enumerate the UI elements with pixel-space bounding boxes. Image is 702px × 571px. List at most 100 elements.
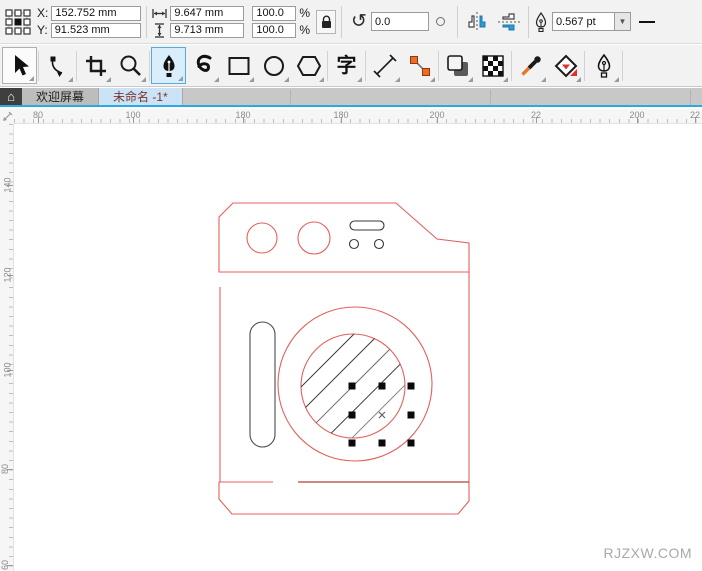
ruler-label: 200: [629, 110, 644, 120]
transparency-tool[interactable]: [475, 47, 510, 84]
detergent-drawer[interactable]: [250, 322, 275, 447]
ruler-origin-corner[interactable]: [0, 109, 14, 124]
scale-vertical-input[interactable]: [252, 23, 296, 38]
divider: [457, 6, 458, 38]
document-tab-label: 未命名 -1*: [113, 88, 168, 105]
handle-middle-right[interactable]: [408, 412, 415, 419]
horizontal-ruler[interactable]: 80 100 180 180 200 22 200 22: [14, 109, 702, 124]
drop-shadow-icon: [446, 54, 470, 78]
divider: [327, 51, 328, 81]
divider: [146, 6, 147, 38]
divider: [511, 51, 512, 81]
mirror-horizontal-button[interactable]: [463, 9, 491, 35]
pen-tool[interactable]: [151, 47, 186, 84]
percent-label-y: %: [299, 23, 310, 37]
drawing-canvas[interactable]: RJZXW.COM: [14, 124, 702, 571]
mirror-vertical-button[interactable]: [495, 9, 523, 35]
pen-nib-icon: [160, 54, 178, 78]
handle-bottom-right[interactable]: [408, 440, 415, 447]
vertical-ruler[interactable]: 140 120 100 80 60: [0, 124, 14, 571]
object-width-icon: [152, 8, 167, 19]
ellipse-tool[interactable]: [256, 47, 291, 84]
divider: [341, 6, 342, 38]
percent-label-x: %: [299, 6, 310, 20]
connector-icon: [408, 54, 432, 78]
rectangle-tool[interactable]: [221, 47, 256, 84]
handle-bottom-middle[interactable]: [379, 440, 386, 447]
interactive-fill-tool[interactable]: [548, 47, 583, 84]
washing-machine-outline[interactable]: [219, 203, 469, 514]
divider: [438, 51, 439, 81]
watermark-text: RJZXW.COM: [604, 545, 693, 561]
handle-top-right[interactable]: [408, 383, 415, 390]
divider: [622, 51, 623, 81]
drop-shadow-tool[interactable]: [440, 47, 475, 84]
tab-separator: [290, 90, 291, 105]
handle-bottom-left[interactable]: [349, 440, 356, 447]
panel-details[interactable]: [250, 221, 384, 447]
rotation-angle-input[interactable]: [371, 12, 429, 31]
rotation-center-icon[interactable]: [436, 17, 445, 26]
shape-tool[interactable]: [40, 47, 75, 84]
toolbox: 字: [0, 45, 702, 87]
zoom-tool[interactable]: [113, 47, 148, 84]
x-position-input[interactable]: [51, 6, 141, 21]
chevron-down-icon[interactable]: ▼: [614, 12, 631, 31]
ruler-label: 100: [125, 110, 140, 120]
base-shape[interactable]: [219, 482, 469, 514]
tab-separator: [490, 90, 491, 105]
ruler-label: 22: [531, 110, 541, 120]
node-edit-icon: [46, 54, 70, 78]
top-panel-shape[interactable]: [219, 203, 469, 272]
polygon-tool[interactable]: [291, 47, 326, 84]
fill-diamond-icon: [554, 54, 578, 78]
ellipse-icon: [262, 54, 286, 78]
crop-tool[interactable]: [78, 47, 113, 84]
ruler-label: 120: [3, 267, 13, 282]
y-position-input[interactable]: [51, 23, 141, 38]
object-height-input[interactable]: [170, 23, 244, 38]
outline-nib-icon: [595, 54, 613, 78]
ruler-label: 80: [33, 110, 43, 120]
handle-top-left[interactable]: [349, 383, 356, 390]
bspline-tool[interactable]: [186, 47, 221, 84]
outline-pen-tool[interactable]: [586, 47, 621, 84]
pick-tool[interactable]: [2, 47, 37, 84]
divider: [365, 51, 366, 81]
outline-width-combo[interactable]: ▼: [552, 12, 631, 31]
ruler-label: 22: [690, 110, 700, 120]
crop-icon: [85, 55, 107, 77]
small-button-left[interactable]: [350, 240, 359, 249]
divider: [76, 51, 77, 81]
handle-middle-left[interactable]: [349, 412, 356, 419]
scale-horizontal-input[interactable]: [252, 6, 296, 21]
rotation-icon: ↺: [351, 12, 367, 31]
object-position-grid-icon: [5, 9, 31, 35]
home-tab[interactable]: ⌂: [0, 88, 22, 105]
object-width-input[interactable]: [170, 6, 244, 21]
outline-width-input[interactable]: [552, 12, 614, 31]
text-tool[interactable]: 字: [329, 47, 364, 84]
ruler-label: 180: [333, 110, 348, 120]
knob-right[interactable]: [298, 222, 330, 254]
selection-center-marker[interactable]: [379, 412, 385, 418]
hexagon-icon: [296, 54, 322, 78]
lock-ratio-button[interactable]: [316, 10, 336, 34]
document-tab-bar: ⌂ 欢迎屏幕 未命名 -1*: [0, 88, 702, 107]
display-slot[interactable]: [350, 221, 384, 230]
dimension-tool[interactable]: [367, 47, 402, 84]
handle-top-middle[interactable]: [379, 383, 386, 390]
line-style-preview[interactable]: [639, 21, 655, 23]
color-eyedropper-tool[interactable]: [513, 47, 548, 84]
small-button-right[interactable]: [375, 240, 384, 249]
connector-tool[interactable]: [402, 47, 437, 84]
ruler-label: 80: [0, 464, 10, 474]
checkerboard-icon: [482, 55, 504, 77]
y-position-label: Y:: [37, 23, 48, 37]
property-bar: X: Y: % %: [0, 0, 702, 44]
ruler-label: 200: [429, 110, 444, 120]
tab-welcome-screen[interactable]: 欢迎屏幕: [22, 88, 99, 105]
knob-left[interactable]: [247, 223, 277, 253]
tab-separator: [690, 90, 691, 105]
tab-untitled-document[interactable]: 未命名 -1*: [99, 88, 183, 105]
